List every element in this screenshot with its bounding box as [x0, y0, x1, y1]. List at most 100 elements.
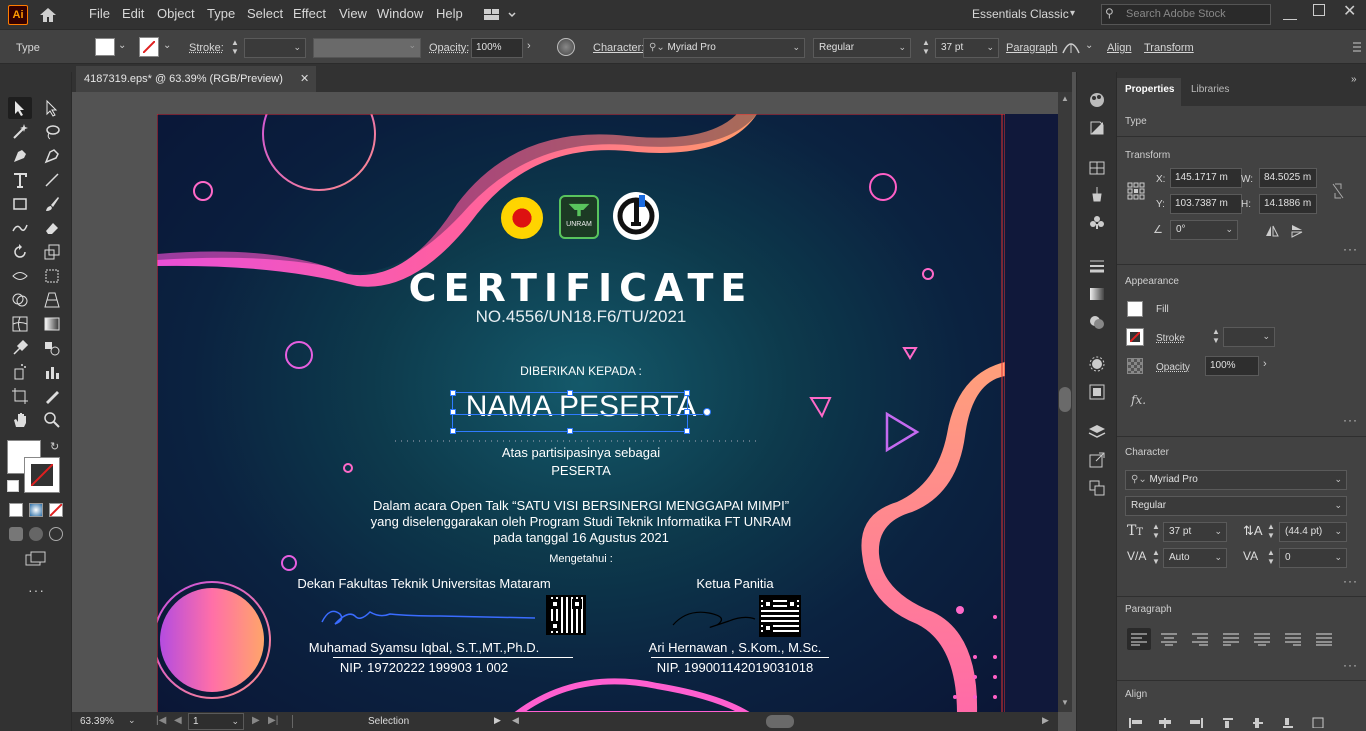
align-right-button[interactable] — [1188, 628, 1212, 650]
selection-handle[interactable] — [450, 428, 456, 434]
status-readout[interactable]: Selection — [368, 716, 409, 727]
workspace-switcher[interactable]: Essentials Classic — [972, 7, 1069, 21]
width-tool-icon[interactable] — [8, 265, 32, 287]
artboard-tool-icon[interactable] — [8, 385, 32, 407]
tab-libraries[interactable]: Libraries — [1191, 84, 1229, 95]
opacity-field[interactable]: 100% — [1205, 356, 1259, 376]
stroke-weight-field[interactable]: ⌄ — [244, 38, 306, 58]
more-options-icon[interactable]: ··· — [1343, 658, 1358, 672]
menu-object[interactable]: Object — [157, 6, 195, 21]
menu-select[interactable]: Select — [247, 6, 283, 21]
draw-normal-icon[interactable] — [9, 527, 23, 541]
tracking-field[interactable]: 0 ⌄ — [1279, 548, 1347, 568]
leading-field[interactable]: (44.4 pt) ⌄ — [1279, 522, 1347, 542]
transform-label[interactable]: Transform — [1144, 42, 1194, 54]
tracking-stepper[interactable]: ▲ ▼ — [1265, 548, 1277, 568]
font-size-stepper[interactable]: ▲ ▼ — [1150, 522, 1162, 542]
panel-menu-icon[interactable]: » — [1351, 74, 1357, 85]
certificate-artboard[interactable]: UNRAM CERTIFICATE NO.4556/UN18.F6/TU/202… — [157, 114, 1005, 712]
align-objects-row[interactable] — [1127, 714, 1347, 729]
close-window-button[interactable]: ✕ — [1343, 1, 1356, 21]
scroll-right-icon[interactable]: ▶ — [1042, 715, 1049, 726]
stroke-panel-icon[interactable] — [1087, 256, 1107, 276]
align-left-button[interactable] — [1127, 628, 1151, 650]
stroke-weight-stepper[interactable]: ▲ ▼ — [228, 38, 242, 58]
perspective-grid-tool-icon[interactable] — [40, 289, 64, 311]
panel-menu-icon[interactable] — [1352, 40, 1362, 54]
menu-help[interactable]: Help — [436, 6, 463, 21]
selection-handle[interactable] — [567, 428, 573, 434]
properties-panel-icon[interactable] — [1087, 118, 1107, 138]
text-overflow-handle[interactable] — [703, 408, 711, 416]
default-colors-icon[interactable] — [7, 480, 19, 492]
reference-point-icon[interactable] — [1127, 182, 1145, 200]
selection-handle[interactable] — [450, 390, 456, 396]
type-tool-icon[interactable] — [8, 169, 32, 191]
flip-vertical-icon[interactable] — [1290, 224, 1304, 238]
rectangle-tool-icon[interactable] — [8, 193, 32, 215]
magic-wand-tool-icon[interactable] — [8, 121, 32, 143]
constrain-proportions-icon[interactable] — [1331, 182, 1345, 200]
arrange-documents-icon[interactable] — [483, 7, 517, 23]
close-icon[interactable]: ✕ — [300, 72, 309, 85]
symbol-sprayer-tool-icon[interactable] — [8, 361, 32, 383]
lasso-tool-icon[interactable] — [40, 121, 64, 143]
stroke-color-swatch[interactable] — [139, 37, 159, 57]
align-center-button[interactable] — [1157, 628, 1181, 650]
font-style-dropdown[interactable]: Regular ⌄ — [1125, 496, 1347, 516]
zoom-level[interactable]: 63.39% — [80, 716, 114, 727]
status-menu-arrow[interactable]: ▶ — [494, 715, 501, 726]
menu-edit[interactable]: Edit — [122, 6, 144, 21]
chevron-right-icon[interactable]: › — [527, 40, 531, 52]
chevron-down-icon[interactable]: ▾ — [1070, 8, 1075, 19]
x-position-field[interactable]: 145.1717 m — [1170, 168, 1242, 188]
kerning-stepper[interactable]: ▲ ▼ — [1150, 548, 1162, 568]
menu-effect[interactable]: Effect — [293, 6, 326, 21]
color-guide-icon[interactable] — [1087, 90, 1107, 110]
glyphs-icon[interactable] — [1060, 38, 1082, 56]
shape-builder-tool-icon[interactable] — [8, 289, 32, 311]
minimize-button[interactable] — [1283, 6, 1297, 20]
symbols-icon[interactable] — [1087, 212, 1107, 232]
canvas[interactable]: UNRAM CERTIFICATE NO.4556/UN18.F6/TU/202… — [72, 92, 1058, 712]
zoom-tool-icon[interactable] — [40, 409, 64, 431]
character-label[interactable]: Character: — [593, 42, 644, 54]
transparency-icon[interactable] — [1087, 312, 1107, 332]
stroke-label[interactable]: Stroke — [1156, 333, 1185, 344]
fill-color-swatch[interactable] — [95, 38, 115, 56]
menu-type[interactable]: Type — [207, 6, 235, 21]
scale-tool-icon[interactable] — [40, 241, 64, 263]
appearance-icon[interactable] — [1087, 354, 1107, 374]
more-options-icon[interactable]: ··· — [1343, 574, 1358, 588]
opacity-label[interactable]: Opacity — [1156, 362, 1190, 373]
artboard-number-field[interactable]: 1 ⌄ — [188, 713, 244, 730]
first-artboard-button[interactable]: |◀ — [156, 715, 166, 726]
effects-button[interactable]: fx. — [1131, 393, 1146, 407]
rotate-tool-icon[interactable] — [8, 241, 32, 263]
selection-tool-icon[interactable] — [8, 97, 32, 119]
blend-tool-icon[interactable] — [40, 337, 64, 359]
flip-horizontal-icon[interactable] — [1265, 224, 1279, 238]
menu-file[interactable]: File — [89, 6, 110, 21]
maximize-button[interactable] — [1313, 4, 1325, 16]
scroll-up-icon[interactable]: ▲ — [1061, 94, 1069, 103]
slice-tool-icon[interactable] — [40, 385, 64, 407]
vertical-scroll-thumb[interactable] — [1059, 387, 1071, 412]
menu-window[interactable]: Window — [377, 6, 423, 21]
font-size-field[interactable]: 37 pt ⌄ — [1163, 522, 1227, 542]
curvature-tool-icon[interactable] — [40, 145, 64, 167]
justify-all-button[interactable] — [1312, 628, 1336, 650]
export-icon[interactable] — [1087, 450, 1107, 470]
gradient-mode-button[interactable] — [29, 503, 43, 517]
selection-handle[interactable] — [567, 390, 573, 396]
fill-swatch[interactable] — [1127, 301, 1143, 317]
previous-artboard-button[interactable]: ◀ — [174, 715, 182, 726]
hand-tool-icon[interactable] — [8, 409, 32, 431]
recolor-artwork-icon[interactable] — [557, 38, 575, 56]
line-tool-icon[interactable] — [40, 169, 64, 191]
stroke-swatch[interactable] — [1126, 328, 1144, 346]
graphic-styles-icon[interactable] — [1087, 382, 1107, 402]
paintbrush-tool-icon[interactable] — [40, 193, 64, 215]
chevron-down-icon[interactable]: ⌄ — [1085, 40, 1093, 51]
chevron-down-icon[interactable]: ⌄ — [128, 715, 136, 726]
